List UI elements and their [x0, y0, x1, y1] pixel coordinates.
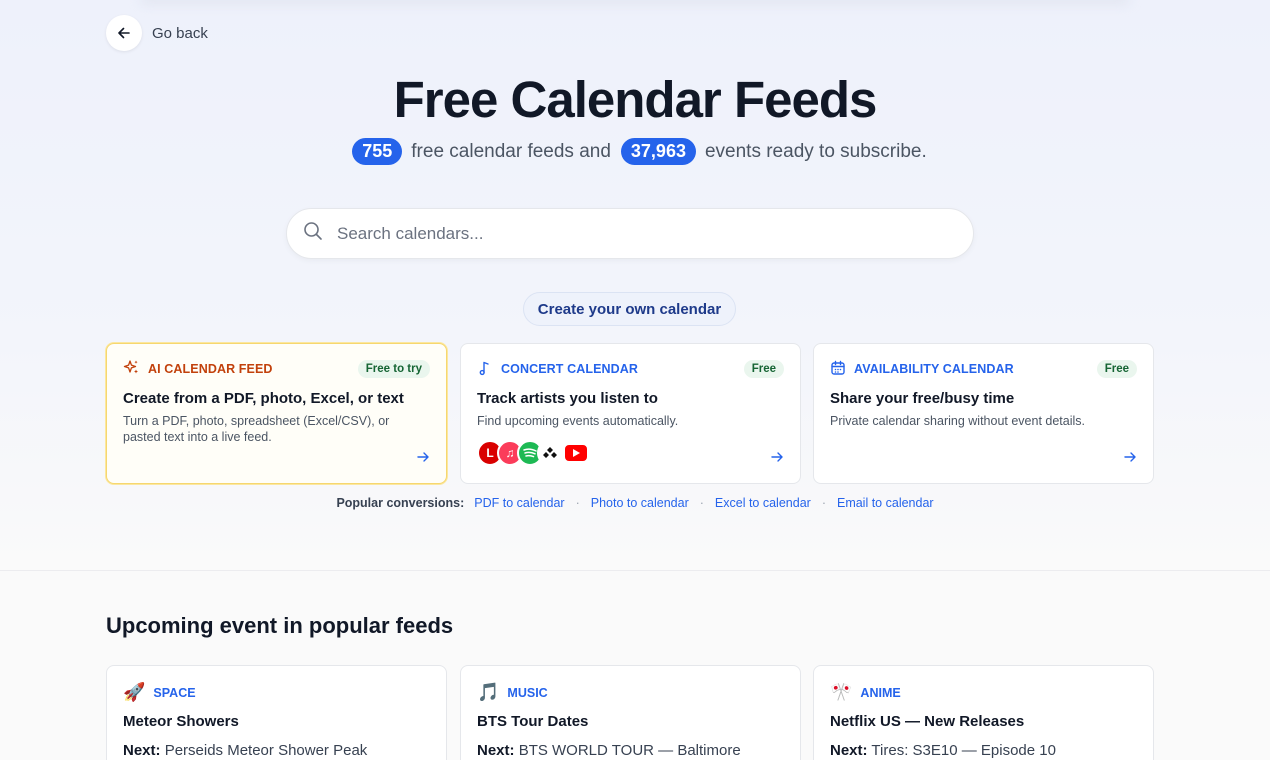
arrow-right-icon[interactable]	[416, 450, 430, 469]
next-label: Next:	[830, 742, 868, 759]
arrow-right-icon[interactable]	[1123, 450, 1137, 469]
card-title: Share your free/busy time	[830, 390, 1015, 407]
excel-to-calendar-link[interactable]: Excel to calendar	[715, 496, 811, 510]
search-icon	[303, 221, 323, 246]
availability-calendar-card[interactable]: AVAILABILITY CALENDAR Free Share your fr…	[813, 343, 1154, 484]
card-description: Private calendar sharing without event d…	[830, 414, 1086, 428]
arrow-right-icon[interactable]	[770, 450, 784, 469]
next-event-name: Tires: S3E10 — Episode 10	[871, 742, 1056, 759]
feed-title: Meteor Showers	[123, 713, 239, 730]
go-back-label[interactable]: Go back	[152, 25, 208, 42]
feed-category: SPACE	[153, 685, 196, 700]
music-service-icons: L ♫	[477, 440, 784, 466]
page-title: Free Calendar Feeds	[393, 71, 878, 128]
event-feed-card[interactable]: 🎵 MUSIC BTS Tour Dates Next: BTS WORLD T…	[460, 665, 801, 760]
photo-to-calendar-link[interactable]: Photo to calendar	[591, 496, 689, 510]
ai-calendar-feed-card[interactable]: AI CALENDAR FEED Free to try Create from…	[106, 343, 447, 484]
free-badge: Free	[743, 360, 784, 378]
card-title: Track artists you listen to	[477, 390, 658, 407]
event-feed-card[interactable]: 🚀 SPACE Meteor Showers Next: Perseids Me…	[106, 665, 447, 760]
search-input[interactable]	[337, 223, 937, 244]
sparkle-icon	[123, 359, 140, 379]
free-badge: Free	[1096, 360, 1137, 378]
music-note-icon	[477, 360, 493, 379]
events-text: events ready to subscribe.	[704, 140, 927, 162]
next-event: Next: Tires: S3E10 — Episode 10	[830, 742, 1137, 759]
calendar-icon	[830, 360, 846, 379]
feed-category: ANIME	[860, 685, 901, 700]
go-back-button[interactable]: Go back	[106, 15, 208, 51]
concert-calendar-card[interactable]: CONCERT CALENDAR Free Track artists you …	[460, 343, 801, 484]
free-to-try-badge: Free to try	[357, 360, 430, 378]
next-label: Next:	[123, 742, 161, 759]
email-to-calendar-link[interactable]: Email to calendar	[837, 496, 934, 510]
popular-conversions-label: Popular conversions:	[336, 496, 465, 510]
separator-dot: ·	[699, 496, 704, 510]
section-divider	[0, 570, 1270, 571]
next-event: Next: Perseids Meteor Shower Peak	[123, 742, 430, 759]
deezer-icon	[537, 440, 563, 466]
next-event-name: BTS WORLD TOUR — Baltimore	[518, 742, 741, 759]
page-subtitle: 755 free calendar feeds and 37,963 event…	[0, 138, 1270, 165]
event-feed-card[interactable]: 🎌 ANIME Netflix US — New Releases Next: …	[813, 665, 1154, 760]
pdf-to-calendar-link[interactable]: PDF to calendar	[474, 496, 564, 510]
search-bar[interactable]	[286, 208, 974, 259]
card-tag: AVAILABILITY CALENDAR	[854, 362, 1014, 376]
feeds-count-badge: 755	[352, 138, 403, 165]
popular-conversions: Popular conversions: PDF to calendar · P…	[0, 496, 1270, 510]
next-label: Next:	[477, 742, 515, 759]
card-title: Create from a PDF, photo, Excel, or text	[123, 390, 404, 407]
youtube-icon	[563, 443, 589, 463]
feed-title: BTS Tour Dates	[477, 713, 589, 730]
separator-dot: ·	[575, 496, 580, 510]
card-description: Turn a PDF, photo, spreadsheet (Excel/CS…	[123, 414, 390, 444]
card-description: Find upcoming events automatically.	[477, 414, 679, 428]
next-event-name: Perseids Meteor Shower Peak	[164, 742, 368, 759]
upcoming-section-title: Upcoming event in popular feeds	[106, 613, 454, 638]
feed-title: Netflix US — New Releases	[830, 713, 1025, 730]
feed-category: MUSIC	[507, 685, 548, 700]
feeds-text: free calendar feeds and	[411, 140, 611, 162]
rocket-icon: 🚀	[123, 682, 146, 702]
separator-dot: ·	[821, 496, 826, 510]
top-shadow	[140, 0, 1130, 4]
card-tag: CONCERT CALENDAR	[501, 362, 639, 376]
events-count-badge: 37,963	[620, 138, 696, 165]
music-note-icon: 🎵	[477, 682, 500, 702]
create-calendar-button[interactable]: Create your own calendar	[523, 292, 736, 326]
card-tag: AI CALENDAR FEED	[148, 362, 273, 376]
next-event: Next: BTS WORLD TOUR — Baltimore	[477, 742, 784, 759]
back-arrow-icon[interactable]	[106, 15, 142, 51]
anime-flags-icon: 🎌	[830, 682, 853, 702]
